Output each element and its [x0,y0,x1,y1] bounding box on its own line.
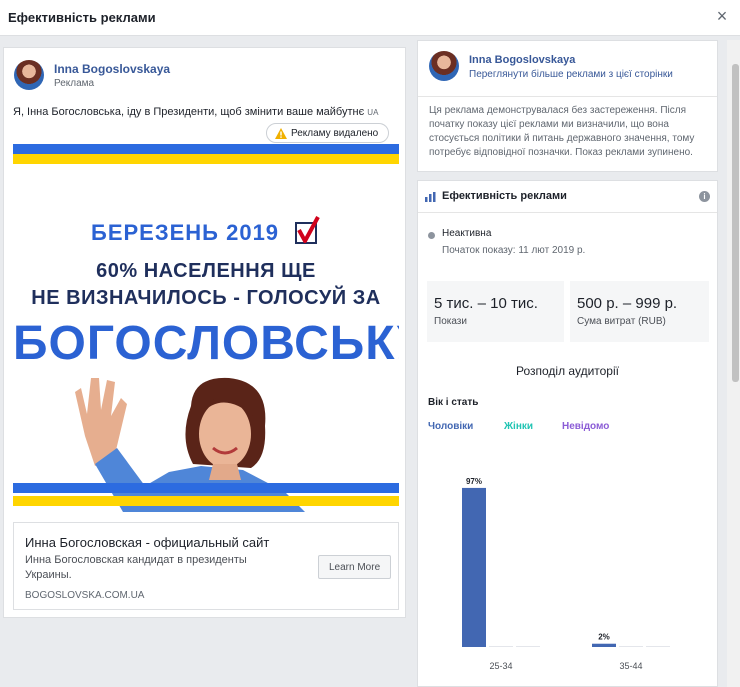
bar-25-34-2 [516,646,540,647]
ad-disclaimer-text: Ця реклама демонструвалася без застереже… [429,105,695,158]
scrollbar-thumb[interactable] [732,64,739,382]
creative-headline-line2: НЕ ВИЗНАЧИЛОСЬ - ГОЛОСУЙ ЗА [31,287,381,309]
bar-35-44-2 [646,646,670,647]
status-label: Неактивна [442,228,492,239]
ad-creative-image: БЕРЕЗЕНЬ 2019 60% НАСЕЛЕННЯ ЩЕ НЕ ВИЗНАЧ… [13,144,399,512]
bar-25-34-1 [489,646,513,647]
flag-stripe-blue-bottom [13,483,399,493]
warning-icon [275,127,287,139]
performance-title: Ефективність реклами [442,190,567,202]
impressions-value: 5 тис. – 10 тис. [434,295,538,312]
flag-stripe-yellow-bottom [13,496,399,506]
ad-removed-label: Рекламу видалено [291,127,379,139]
age-gender-title: Вік і стать [428,397,479,408]
flag-stripe-blue-top [13,144,399,154]
info-icon[interactable]: i [699,191,710,202]
bar-value-label: 97% [466,477,482,486]
x-tick-label: 25-34 [489,661,512,671]
avatar[interactable] [429,51,459,81]
creative-headline-line1: 60% НАСЕЛЕННЯ ЩЕ [96,260,316,282]
spend-metric: 500 р. – 999 р. Сума витрат (RUB) [570,281,709,342]
ad-page-name[interactable]: Inna Bogoslovskaya [54,62,170,76]
ballot-check-icon [295,216,320,244]
bar-chart-icon [425,192,436,202]
avatar[interactable] [14,60,44,90]
legend-unknown-tab[interactable]: Невідомо [562,421,609,432]
link-domain: BOGOSLOVSKA.COM.UA [25,590,145,601]
bar-35-44-0 [592,643,616,647]
page-name[interactable]: Inna Bogoslovskaya [469,54,575,66]
divider [418,212,717,213]
flag-stripe-yellow-top [13,154,399,164]
x-tick-label: 35-44 [619,661,642,671]
status-dot-icon [428,232,435,239]
page-info-card: Inna Bogoslovskaya Переглянути більше ре… [417,40,718,172]
impressions-label: Покази [434,316,467,327]
ad-removed-badge: Рекламу видалено [266,123,390,143]
bar-35-44-1 [619,646,643,647]
creative-month-text: БЕРЕЗЕНЬ 2019 [91,220,280,245]
more-ads-link[interactable]: Переглянути більше реклами з цієї сторін… [469,69,673,80]
impressions-metric: 5 тис. – 10 тис. Покази [427,281,564,342]
ad-text-suffix: UA [367,108,379,117]
sponsored-label: Реклама [54,78,95,89]
audience-title: Розподіл аудиторії [516,364,619,378]
spend-label: Сума витрат (RUB) [577,316,666,327]
ad-text-body: Я, Інна Богословська, іду в Президенти, … [13,106,365,118]
close-icon[interactable]: × [712,6,732,27]
link-description: Инна Богословская кандидат в президенты … [25,554,247,581]
link-preview[interactable]: Инна Богословская - официальный сайт Инн… [13,522,399,610]
spend-value: 500 р. – 999 р. [577,295,678,312]
creative-candidate-name: БОГОСЛОВСЬКУ [13,317,399,370]
legend-men-tab[interactable]: Чоловіки [428,421,473,432]
learn-more-button[interactable]: Learn More [318,555,392,579]
bar-25-34-0 [462,487,486,647]
ad-text: Я, Інна Богословська, іду в Президенти, … [13,106,378,118]
legend-women-tab[interactable]: Жінки [504,421,533,432]
start-date: Початок показу: 11 лют 2019 р. [442,245,586,256]
dialog-title: Ефективність реклами [8,10,156,25]
dialog-header: Ефективність реклами × [0,0,740,36]
performance-card: Ефективність реклами i Неактивна Початок… [417,180,718,687]
bar-value-label: 2% [598,633,610,642]
link-title[interactable]: Инна Богословская - официальный сайт [25,535,269,550]
ad-preview-card: Inna Bogoslovskaya Реклама Я, Інна Богос… [3,47,406,618]
divider [418,96,717,97]
age-gender-chart: 97% 25-34 2% 35-44 [462,477,670,671]
